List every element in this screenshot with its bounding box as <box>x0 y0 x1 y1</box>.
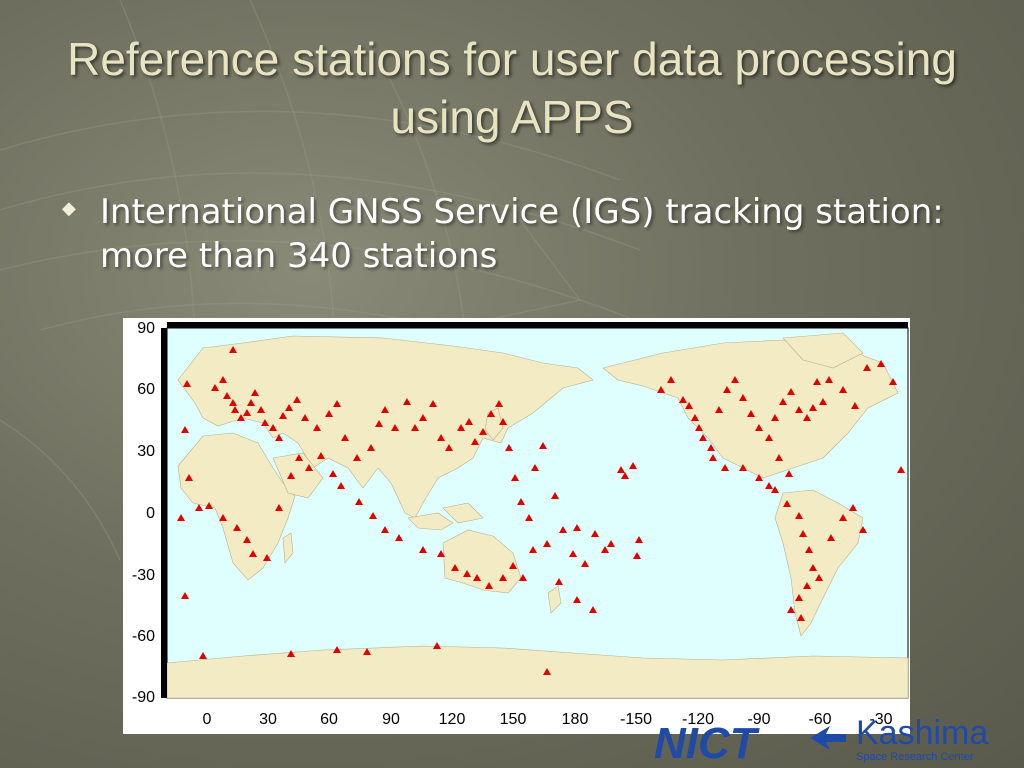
x-tick-label: 180 <box>562 711 589 728</box>
kashima-logo-subtitle: Space Research Center <box>856 751 974 763</box>
y-tick-label: 30 <box>137 443 155 460</box>
kashima-wave-icon <box>810 726 846 750</box>
frame-top <box>167 322 908 328</box>
y-tick-label: -60 <box>132 628 155 645</box>
x-tick-label: 90 <box>382 711 400 728</box>
station-map: 90 60 30 0 -30 -60 -90 0 30 60 90 120 15… <box>132 320 909 728</box>
x-tick-label: 150 <box>500 711 527 728</box>
station-map-figure: 90 60 30 0 -30 -60 -90 0 30 60 90 120 15… <box>123 318 910 734</box>
nict-logo: NICT <box>654 719 760 768</box>
diamond-bullet-icon: ◆ <box>62 198 76 219</box>
frame-left <box>161 328 167 698</box>
x-tick-label: 60 <box>320 711 338 728</box>
slide-title: Reference stations for user data process… <box>67 33 957 143</box>
y-tick-label: -30 <box>132 567 155 584</box>
y-tick-label: 60 <box>137 381 155 398</box>
x-tick-label: 0 <box>203 711 212 728</box>
y-tick-label: -90 <box>132 689 155 706</box>
y-tick-label: 90 <box>137 320 155 337</box>
bullet-text: International GNSS Service (IGS) trackin… <box>100 192 944 276</box>
y-tick-label: 0 <box>146 505 155 522</box>
x-tick-label: 30 <box>259 711 277 728</box>
kashima-logo-text: Kashima <box>856 714 988 752</box>
y-axis: 90 60 30 0 -30 -60 -90 <box>132 320 155 706</box>
x-tick-label: 120 <box>439 711 466 728</box>
footer-logos: NICT Kashima Space Research Center <box>654 714 988 768</box>
x-tick-label: -150 <box>620 711 652 728</box>
